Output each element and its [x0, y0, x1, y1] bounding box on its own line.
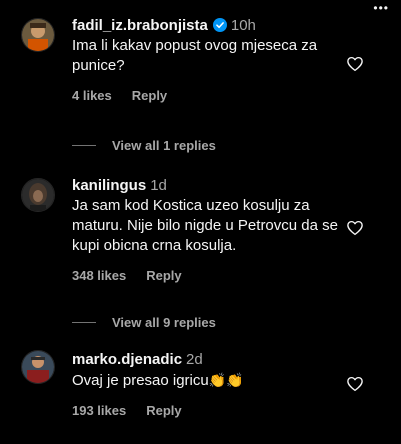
view-replies-button[interactable]: View all 9 replies — [72, 315, 216, 330]
view-replies-label: View all 9 replies — [112, 315, 216, 330]
more-options-icon[interactable]: ••• — [373, 2, 389, 14]
divider-line — [72, 322, 96, 323]
view-replies-label: View all 1 replies — [112, 138, 216, 153]
like-count[interactable]: 193 likes — [72, 403, 126, 418]
comment-time: 1d — [150, 177, 167, 194]
avatar[interactable] — [21, 350, 55, 384]
like-heart-icon[interactable] — [346, 55, 364, 73]
clapping-hands-emoji: 👏👏 — [208, 372, 244, 388]
like-count[interactable]: 348 likes — [72, 268, 126, 283]
comment-username[interactable]: marko.djenadic — [72, 351, 182, 368]
comment-text: Ja sam kod Kostica uzeo kosulju za matur… — [72, 197, 338, 254]
verified-badge-icon — [212, 18, 227, 32]
view-replies-button[interactable]: View all 1 replies — [72, 138, 216, 153]
reply-button[interactable]: Reply — [146, 403, 181, 418]
like-heart-icon[interactable] — [346, 219, 364, 237]
avatar[interactable] — [21, 18, 55, 52]
like-heart-icon[interactable] — [346, 375, 364, 393]
avatar[interactable] — [21, 178, 55, 212]
comment-username[interactable]: fadil_iz.brabonjista — [72, 17, 208, 34]
comment-text: Ima li kakav popust ovog mjeseca za puni… — [72, 37, 318, 74]
comment-time: 10h — [230, 17, 256, 34]
divider-line — [72, 145, 96, 146]
reply-button[interactable]: Reply — [132, 88, 167, 103]
comment-text: Ovaj je presao igricu — [72, 372, 209, 389]
reply-button[interactable]: Reply — [146, 268, 181, 283]
comment-username[interactable]: kanilingus — [72, 177, 146, 194]
comment-time: 2d — [186, 351, 203, 368]
like-count[interactable]: 4 likes — [72, 88, 112, 103]
